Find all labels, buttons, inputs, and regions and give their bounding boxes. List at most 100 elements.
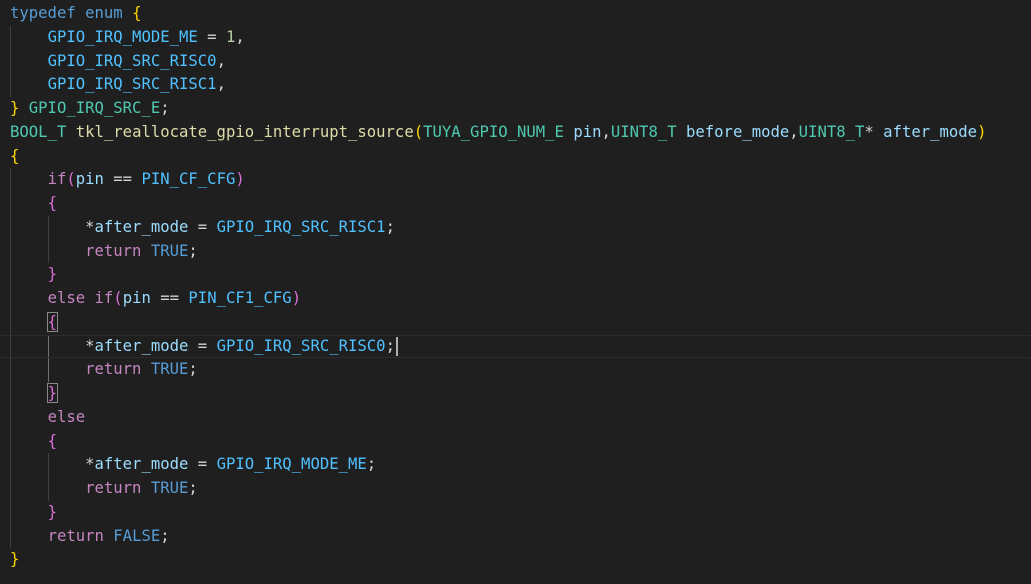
- code-token: return: [85, 479, 142, 497]
- line-content: }: [10, 548, 19, 572]
- code-line[interactable]: }: [0, 263, 1031, 287]
- code-line[interactable]: {: [0, 430, 1031, 454]
- line-content: *after_mode = GPIO_IRQ_SRC_RISC1;: [10, 216, 395, 240]
- code-token: return: [85, 360, 142, 379]
- code-token: PIN_CF_CFG: [141, 170, 236, 189]
- code-token: typedef: [10, 4, 76, 22]
- code-line[interactable]: else: [0, 406, 1031, 430]
- code-token: before_mode: [686, 122, 790, 141]
- code-token: ;: [385, 336, 395, 355]
- code-line[interactable]: }: [0, 548, 1031, 572]
- code-token: GPIO_IRQ_SRC_RISC1: [216, 217, 386, 236]
- code-token: pin: [573, 122, 602, 141]
- code-line[interactable]: *after_mode = GPIO_IRQ_MODE_ME;: [0, 453, 1031, 477]
- code-line[interactable]: return FALSE;: [0, 525, 1031, 549]
- code-token: pin: [75, 170, 104, 189]
- code-line[interactable]: }: [0, 382, 1031, 406]
- line-content: {: [10, 311, 58, 335]
- code-token: (: [413, 122, 424, 141]
- code-line[interactable]: *after_mode = GPIO_IRQ_SRC_RISC1;: [0, 216, 1031, 240]
- code-token: UINT8_T: [798, 122, 865, 141]
- code-line[interactable]: return TRUE;: [0, 358, 1031, 382]
- code-token: pin: [122, 289, 151, 307]
- code-token: GPIO_IRQ_SRC_RISC0: [47, 51, 217, 70]
- code-token: tkl_reallocate_gpio_interrupt_source: [75, 122, 414, 141]
- line-content: else: [10, 406, 86, 430]
- code-token: (: [113, 289, 123, 307]
- code-token: GPIO_IRQ_MODE_ME: [216, 455, 367, 474]
- code-token: ): [235, 170, 245, 189]
- code-token: ;: [385, 217, 395, 236]
- code-line[interactable]: {: [0, 145, 1031, 169]
- code-line[interactable]: {: [0, 192, 1031, 216]
- code-token: PIN_CF1_CFG: [188, 289, 292, 307]
- code-token: ==: [150, 289, 189, 307]
- code-line[interactable]: GPIO_IRQ_SRC_RISC0,: [0, 50, 1031, 74]
- line-content: {: [10, 192, 57, 216]
- code-token: ): [291, 289, 302, 307]
- code-token: *: [85, 455, 95, 474]
- code-token: UINT8_T: [610, 122, 677, 141]
- code-token: return: [85, 241, 142, 260]
- line-content: GPIO_IRQ_SRC_RISC0,: [10, 50, 226, 74]
- code-token: ;: [160, 526, 170, 545]
- line-content: GPIO_IRQ_MODE_ME = 1,: [10, 26, 245, 50]
- code-token: after_mode: [883, 122, 978, 141]
- line-content: return FALSE;: [10, 525, 170, 549]
- code-token: FALSE: [113, 526, 161, 545]
- code-token: if: [94, 289, 114, 307]
- text-cursor: [395, 336, 398, 356]
- code-line[interactable]: if(pin == PIN_CF_CFG): [0, 168, 1031, 192]
- code-line[interactable]: return TRUE;: [0, 477, 1031, 501]
- line-content: GPIO_IRQ_SRC_RISC1,: [10, 73, 226, 97]
- line-content: typedef enum {: [10, 2, 141, 26]
- code-token: ;: [366, 455, 377, 474]
- code-line[interactable]: else if(pin == PIN_CF1_CFG): [0, 287, 1031, 311]
- code-token: after_mode: [94, 217, 189, 236]
- code-line[interactable]: BOOL_T tkl_reallocate_gpio_interrupt_sou…: [0, 121, 1031, 145]
- code-line[interactable]: *after_mode = GPIO_IRQ_SRC_RISC0;: [0, 334, 1031, 359]
- code-token: TUYA_GPIO_NUM_E: [423, 122, 564, 141]
- line-content: return TRUE;: [10, 358, 198, 382]
- code-token: return: [47, 526, 104, 545]
- code-line[interactable]: return TRUE;: [0, 240, 1031, 264]
- code-line[interactable]: {: [0, 311, 1031, 335]
- code-token: ;: [188, 479, 198, 497]
- code-line[interactable]: GPIO_IRQ_MODE_ME = 1,: [0, 26, 1031, 50]
- code-token: =: [188, 336, 217, 355]
- code-line[interactable]: }: [0, 501, 1031, 525]
- code-token: *: [85, 217, 95, 236]
- code-token: *: [864, 122, 884, 141]
- line-content: BOOL_T tkl_reallocate_gpio_interrupt_sou…: [10, 121, 986, 145]
- code-line[interactable]: } GPIO_IRQ_SRC_E;: [0, 97, 1031, 121]
- code-line[interactable]: GPIO_IRQ_SRC_RISC1,: [0, 73, 1031, 97]
- code-editor[interactable]: typedef enum { GPIO_IRQ_MODE_ME = 1, GPI…: [0, 0, 1031, 584]
- line-content: if(pin == PIN_CF_CFG): [10, 168, 245, 192]
- code-token: after_mode: [94, 336, 189, 355]
- code-token: else: [47, 407, 86, 426]
- code-line[interactable]: typedef enum {: [0, 2, 1031, 26]
- line-content: return TRUE;: [10, 477, 198, 501]
- line-content: }: [10, 263, 57, 287]
- code-token: 1: [225, 27, 236, 46]
- line-content: else if(pin == PIN_CF1_CFG): [10, 287, 302, 311]
- code-token: (: [66, 170, 76, 189]
- code-token: {: [46, 311, 58, 332]
